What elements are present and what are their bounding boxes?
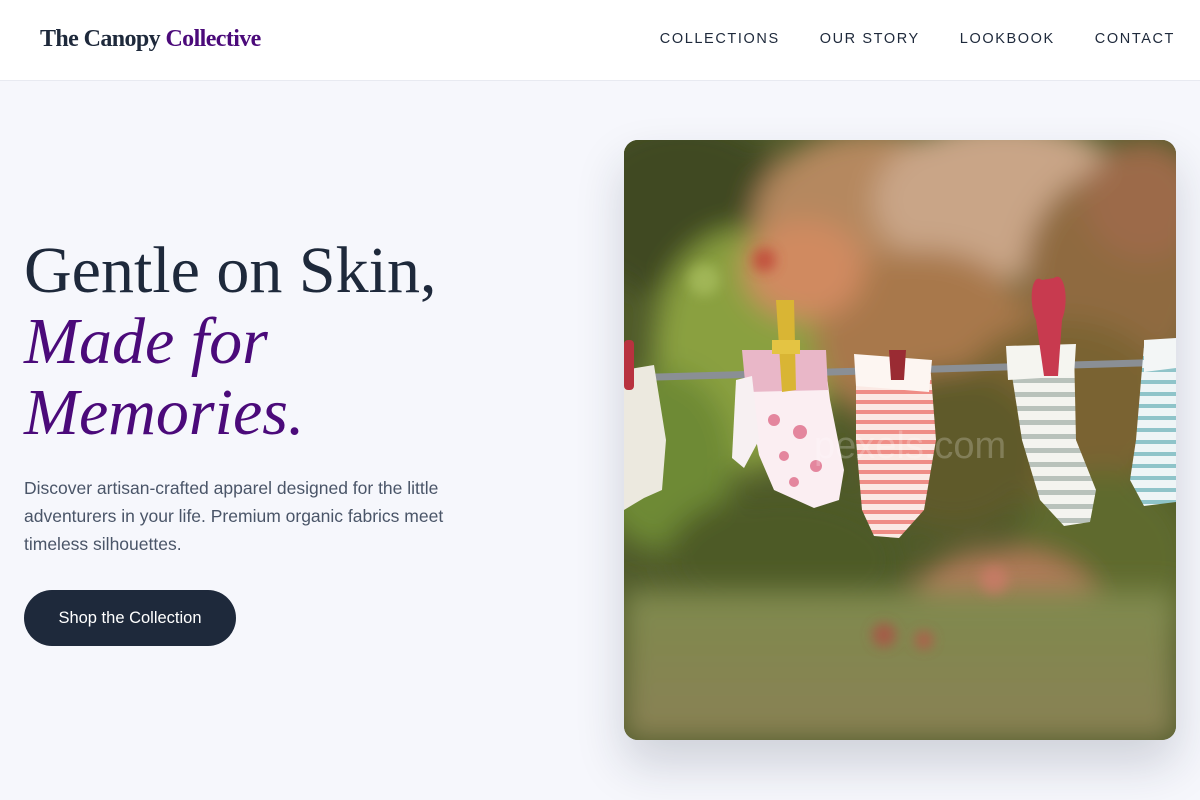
brand-name-part2: Collective <box>165 26 261 52</box>
nav-link-contact[interactable]: CONTACT <box>1095 31 1175 47</box>
baby-socks-photo: pexels.com <box>624 140 1176 740</box>
hero-description: Discover artisan-crafted apparel designe… <box>24 478 444 554</box>
nav-link-lookbook[interactable]: LOOKBOOK <box>960 31 1055 47</box>
brand-logo[interactable]: The Canopy Collective <box>40 26 261 53</box>
hero-image: pexels.com <box>624 140 1176 740</box>
main-nav: COLLECTIONS OUR STORY LOOKBOOK CONTACT <box>660 31 1175 47</box>
headline-line-2: Made for <box>24 305 268 378</box>
nav-link-our-story[interactable]: OUR STORY <box>820 31 920 47</box>
nav-link-collections[interactable]: COLLECTIONS <box>660 31 780 47</box>
hero-headline: Gentle on Skin, Made for Memories. <box>24 235 584 448</box>
headline-line-1: Gentle on Skin, <box>24 234 437 307</box>
shop-collection-button[interactable]: Shop the Collection <box>24 590 236 646</box>
svg-text:pexels.com: pexels.com <box>814 425 1006 467</box>
brand-name-part1: The Canopy <box>40 26 161 52</box>
site-header: The Canopy Collective COLLECTIONS OUR ST… <box>0 0 1200 81</box>
headline-line-3: Memories. <box>24 376 305 449</box>
